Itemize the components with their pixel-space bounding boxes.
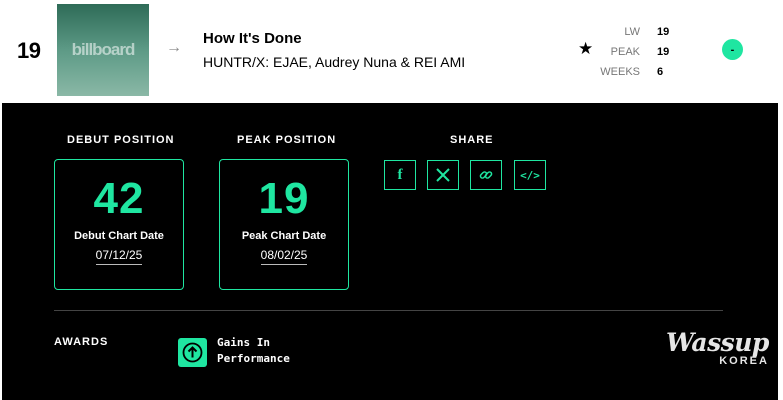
rank-number: 19: [17, 38, 41, 63]
peak-position-card: 19 Peak Chart Date 08/02/25: [219, 159, 349, 290]
stat-value: 6: [657, 66, 664, 78]
awards-heading: AWARDS: [54, 336, 109, 348]
x-icon: [436, 168, 450, 182]
watermark-logo: Wassup KOREA: [666, 328, 769, 367]
arrow-right-icon: →: [166, 39, 182, 56]
trend-no-change-icon[interactable]: -: [722, 39, 743, 60]
album-cover[interactable]: billboard: [57, 4, 149, 96]
song-title: How It's Done: [203, 30, 302, 47]
details-panel: DEBUT POSITION 42 Debut Chart Date 07/12…: [2, 103, 778, 400]
stat-value: 19: [657, 46, 670, 58]
peak-chart-date-label: Peak Chart Date: [241, 230, 327, 242]
award-line-1: Gains In: [217, 336, 270, 349]
stat-label: PEAK: [610, 46, 640, 58]
stat-weeks: WEEKS 6: [600, 62, 669, 82]
stat-label: WEEKS: [600, 66, 640, 78]
star-icon: ★: [578, 39, 594, 58]
debut-position-heading: DEBUT POSITION: [67, 134, 175, 146]
watermark-brand: Wassup: [666, 328, 769, 357]
billboard-logo: billboard: [71, 40, 136, 59]
share-x-button[interactable]: [427, 160, 459, 190]
share-link-button[interactable]: [470, 160, 502, 190]
peak-position-number: 19: [258, 174, 310, 223]
debut-position-number: 42: [93, 174, 145, 223]
gains-in-performance-icon: [178, 338, 207, 367]
watermark-sub: KOREA: [719, 355, 769, 367]
stat-last-week: LW 19: [600, 22, 669, 42]
share-heading: SHARE: [450, 134, 494, 146]
section-divider: [54, 310, 723, 311]
chart-entry-row[interactable]: 19 billboard → How It's Done HUNTR/X: EJ…: [0, 0, 783, 103]
facebook-icon: f: [397, 166, 403, 183]
debut-chart-date-label: Debut Chart Date: [74, 230, 164, 242]
share-embed-button[interactable]: </>: [514, 160, 546, 190]
share-facebook-button[interactable]: f: [384, 160, 416, 190]
chart-stats: LW 19 PEAK 19 WEEKS 6: [600, 22, 669, 82]
award-line-2: Performance: [217, 352, 290, 365]
peak-chart-date-link[interactable]: 08/02/25: [260, 248, 308, 265]
peak-position-heading: PEAK POSITION: [237, 134, 337, 146]
debut-position-card: 42 Debut Chart Date 07/12/25: [54, 159, 184, 290]
stat-value: 19: [657, 26, 670, 38]
debut-chart-date-link[interactable]: 07/12/25: [95, 248, 143, 265]
stat-peak: PEAK 19: [600, 42, 670, 62]
link-icon: [479, 171, 493, 179]
stat-label: LW: [624, 26, 640, 38]
artist-name[interactable]: HUNTR/X: EJAE, Audrey Nuna & REI AMI: [203, 54, 465, 70]
embed-icon: </>: [520, 168, 540, 182]
award-label: Gains In Performance: [217, 335, 290, 367]
